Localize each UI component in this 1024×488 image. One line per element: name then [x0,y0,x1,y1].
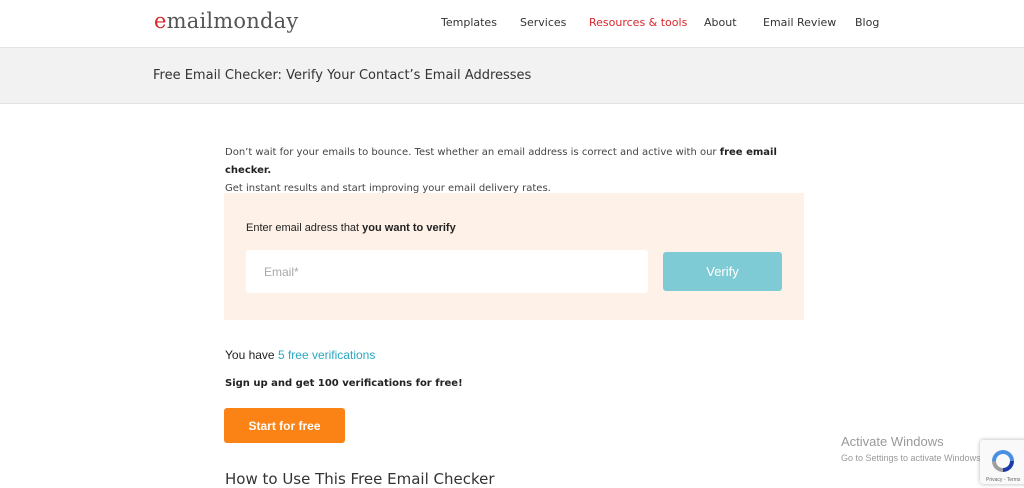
nav-services[interactable]: Services [520,16,566,29]
free-verifications-link[interactable]: 5 free verifications [278,348,375,362]
site-header: emailmonday Templates Services Resources… [0,0,1024,48]
verify-label: Enter email adress that you want to veri… [246,222,456,234]
page-title: Free Email Checker: Verify Your Contact’… [153,68,532,83]
free-verifications-count: You have 5 free verifications [225,348,375,362]
nav-blog[interactable]: Blog [855,16,879,29]
intro-text-start: Don’t wait for your emails to bounce. Te… [225,147,720,158]
page-title-bar: Free Email Checker: Verify Your Contact’… [0,48,1024,104]
nav-resources-tools[interactable]: Resources & tools [589,16,687,29]
watermark-subtitle: Go to Settings to activate Windows. [841,453,984,463]
main-nav: Templates Services Resources & tools Abo… [0,16,1024,32]
verify-button[interactable]: Verify [663,252,782,291]
recaptcha-badge[interactable]: Privacy - Terms [980,440,1024,484]
signup-offer-text: Sign up and get 100 verifications for fr… [225,378,463,389]
activate-windows-watermark: Activate Windows Go to Settings to activ… [841,434,983,463]
verify-form-box: Enter email adress that you want to veri… [224,193,804,320]
start-for-free-button[interactable]: Start for free [224,408,345,443]
intro-text: Don’t wait for your emails to bounce. Te… [225,144,825,198]
how-to-heading: How to Use This Free Email Checker [225,470,495,488]
verify-label-start: Enter email adress that [246,222,363,234]
recaptcha-links[interactable]: Privacy - Terms [986,477,1020,483]
nav-templates[interactable]: Templates [441,16,497,29]
email-input[interactable] [246,250,648,293]
recaptcha-icon [992,450,1014,472]
intro-line-1: Don’t wait for your emails to bounce. Te… [225,144,825,180]
nav-about[interactable]: About [704,16,737,29]
watermark-title: Activate Windows [841,434,944,449]
free-verifications-prefix: You have [225,348,278,362]
nav-email-review[interactable]: Email Review [763,16,836,29]
verify-label-bold: you want to verify [362,222,456,234]
